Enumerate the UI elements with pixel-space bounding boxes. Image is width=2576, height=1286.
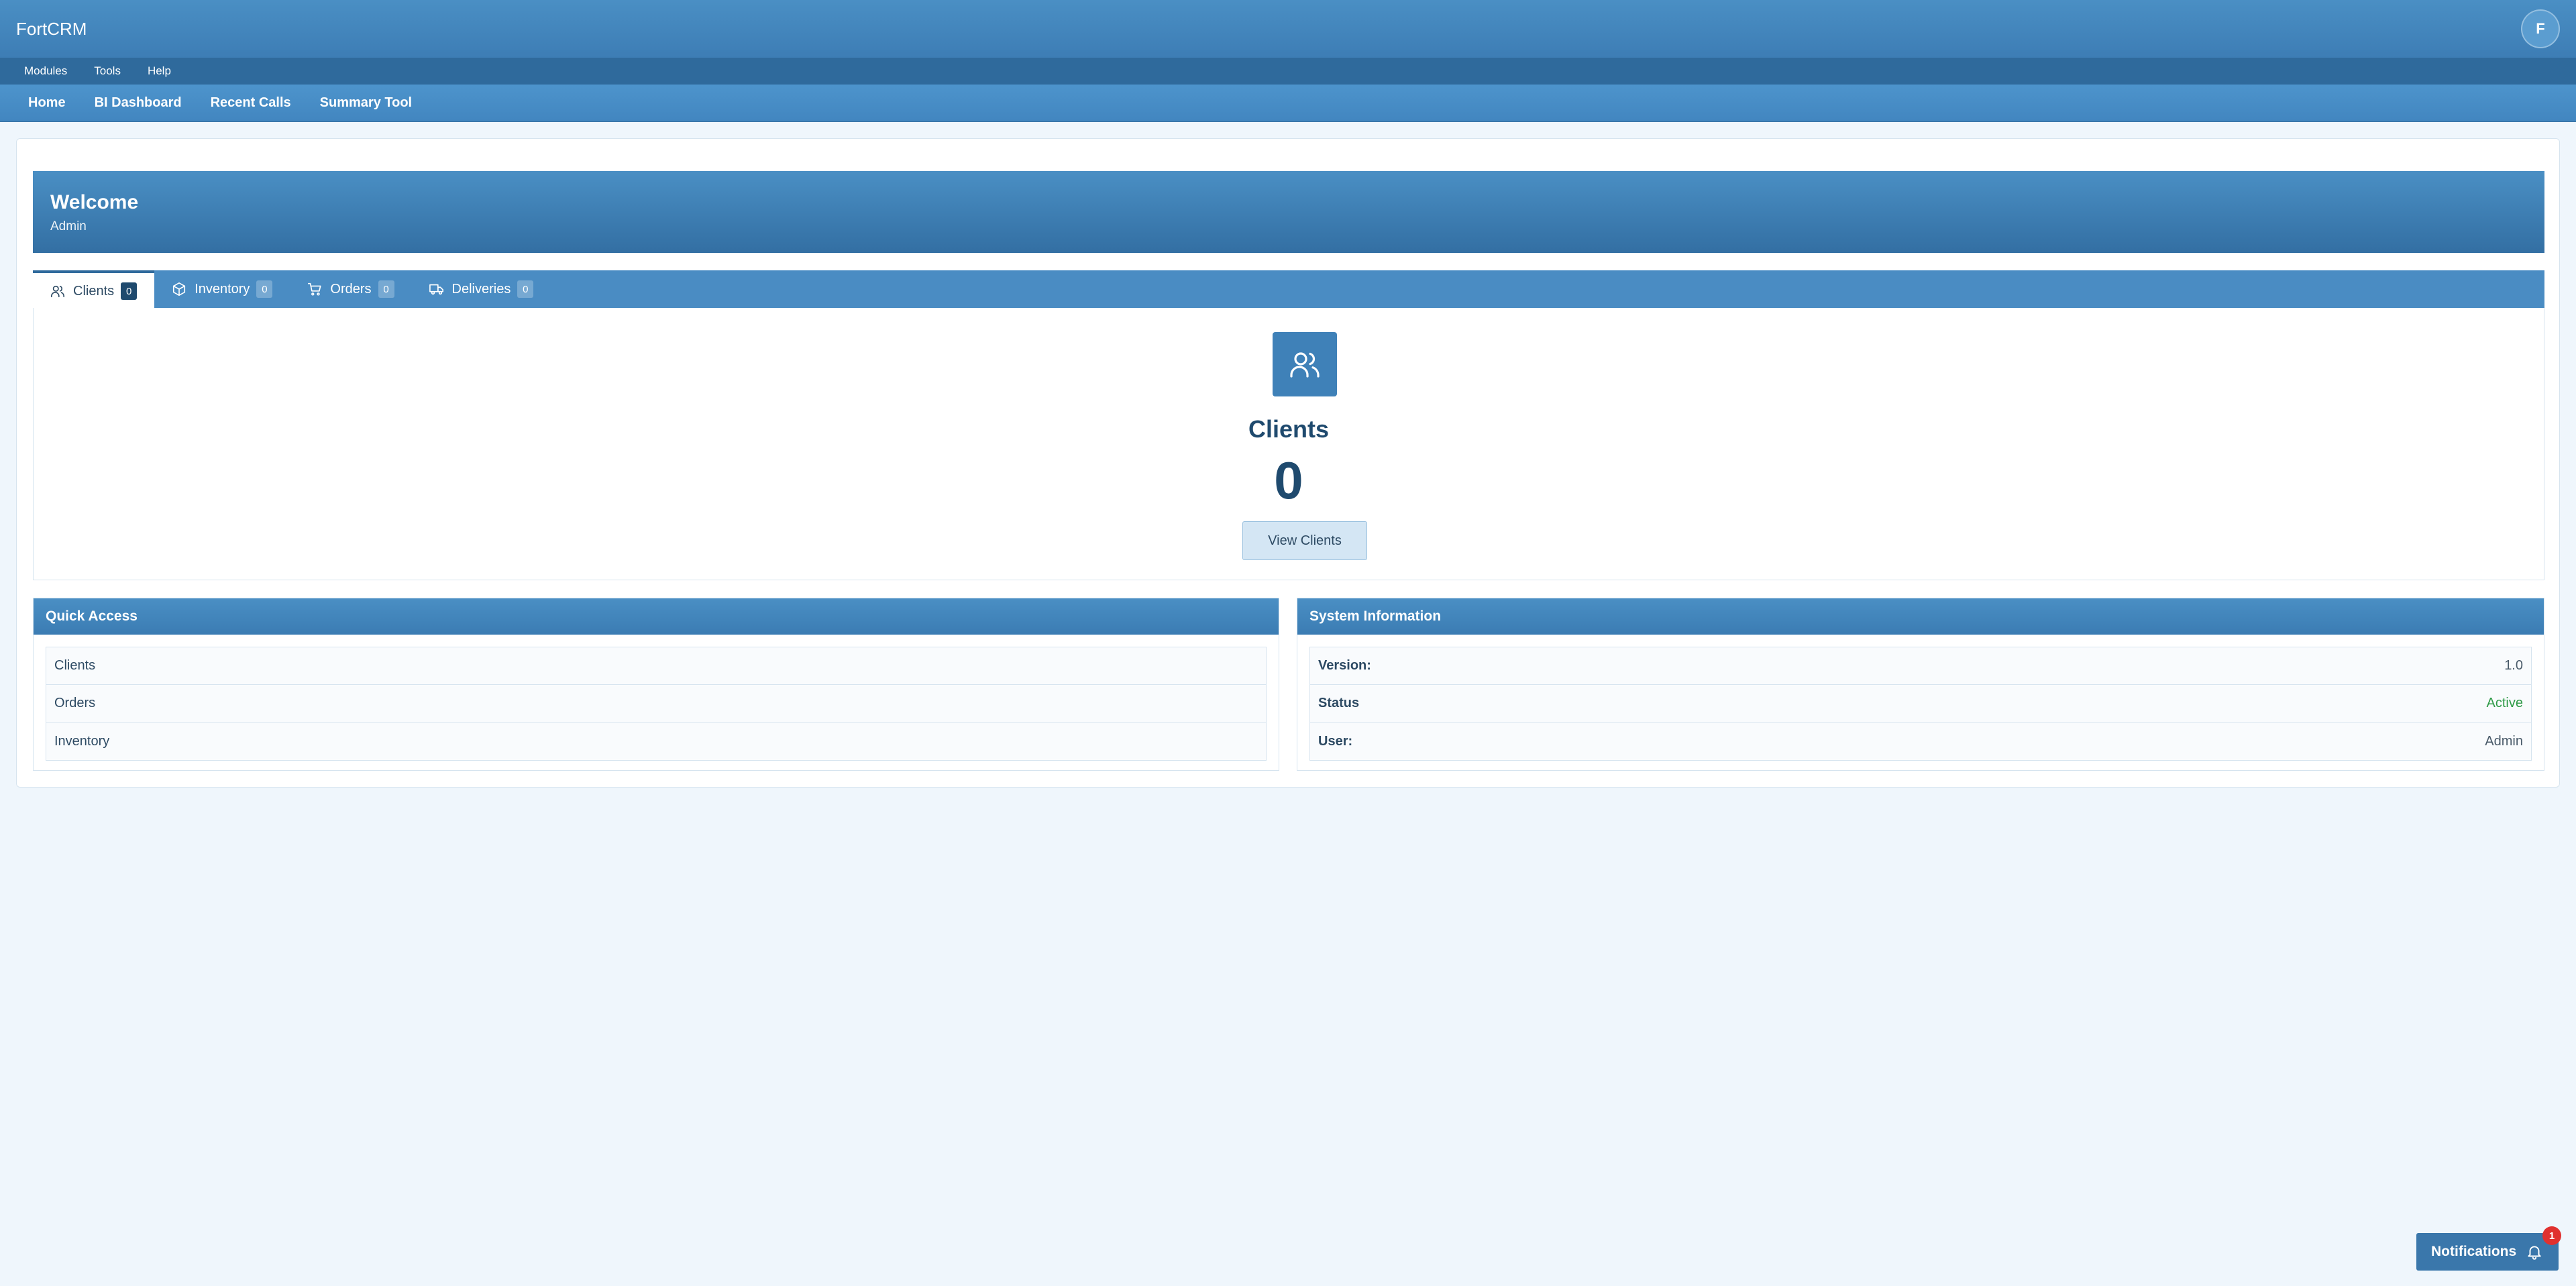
welcome-title: Welcome xyxy=(50,191,139,213)
list-item-label: Inventory xyxy=(54,733,110,749)
tab-deliveries[interactable]: Deliveries 0 xyxy=(412,270,551,308)
quick-access-list: Clients Orders Inventory xyxy=(46,647,1267,761)
info-label: Status xyxy=(1318,696,1360,710)
notification-count-badge: 1 xyxy=(2542,1226,2561,1245)
system-info-box: System Information Version: 1.0 Status A… xyxy=(1297,598,2544,771)
clients-panel-icon xyxy=(1273,332,1337,396)
system-info-row-status: Status Active xyxy=(1310,685,2531,722)
info-value: 1.0 xyxy=(2504,658,2523,673)
tab-count-badge: 0 xyxy=(256,280,273,298)
quick-access-title: Quick Access xyxy=(34,598,1279,635)
list-item-label: Orders xyxy=(54,696,96,710)
top-bar: FortCRM F xyxy=(0,0,2576,58)
clients-tab-panel: Clients 0 View Clients xyxy=(33,308,2544,580)
tab-inventory[interactable]: Inventory 0 xyxy=(154,270,290,308)
welcome-banner: Welcome Admin xyxy=(33,171,2544,253)
tab-count-badge: 0 xyxy=(517,280,534,298)
menu-tools[interactable]: Tools xyxy=(94,64,121,78)
quick-access-clients[interactable]: Clients xyxy=(46,647,1266,685)
nav-bi-dashboard[interactable]: BI Dashboard xyxy=(95,95,182,111)
quick-access-orders[interactable]: Orders xyxy=(46,685,1266,722)
truck-icon xyxy=(429,284,443,295)
panel-count: 0 xyxy=(1274,451,1303,510)
tab-label: Deliveries xyxy=(451,281,511,297)
tab-orders[interactable]: Orders 0 xyxy=(290,270,411,308)
system-info-row-version: Version: 1.0 xyxy=(1310,647,2531,685)
bell-icon xyxy=(2528,1246,2541,1260)
menu-modules[interactable]: Modules xyxy=(24,64,67,78)
panel-title: Clients xyxy=(1248,415,1330,443)
nav-summary-tool[interactable]: Summary Tool xyxy=(320,95,412,111)
nav-bar: Home BI Dashboard Recent Calls Summary T… xyxy=(0,85,2576,122)
users-icon xyxy=(51,285,64,298)
notifications-button[interactable]: Notifications 1 xyxy=(2416,1226,2561,1271)
system-info-row-user: User: Admin xyxy=(1310,722,2531,760)
tab-label: Clients xyxy=(73,283,115,299)
dashboard-card: Welcome Admin Clients 0 Inventory 0 Orde… xyxy=(16,138,2560,788)
quick-access-inventory[interactable]: Inventory xyxy=(46,722,1266,760)
menu-bar: Modules Tools Help xyxy=(0,58,2576,85)
nav-home[interactable]: Home xyxy=(28,95,66,111)
list-item-label: Clients xyxy=(54,658,96,673)
users-icon xyxy=(1290,352,1320,378)
status-value: Active xyxy=(2486,696,2523,710)
tab-count-badge: 0 xyxy=(121,282,138,300)
brand-logo[interactable]: FortCRM xyxy=(16,19,87,40)
cart-icon xyxy=(308,282,321,296)
welcome-subtitle: Admin xyxy=(50,219,87,233)
tab-label: Orders xyxy=(330,281,372,297)
quick-access-box: Quick Access Clients Orders Inventory xyxy=(33,598,1279,771)
tab-clients[interactable]: Clients 0 xyxy=(33,270,155,309)
nav-recent-calls[interactable]: Recent Calls xyxy=(211,95,291,111)
notifications-label: Notifications xyxy=(2431,1244,2517,1259)
menu-help[interactable]: Help xyxy=(148,64,171,78)
tab-bar: Clients 0 Inventory 0 Orders 0 Deliverie… xyxy=(33,270,2544,309)
view-clients-button[interactable]: View Clients xyxy=(1242,521,1367,560)
system-info-list: Version: 1.0 Status Active User: Admin xyxy=(1309,647,2532,761)
user-avatar[interactable]: F xyxy=(2521,9,2560,48)
info-label: Version: xyxy=(1318,658,1371,673)
system-info-title: System Information xyxy=(1297,598,2544,635)
info-value: Admin xyxy=(2485,733,2523,749)
tab-count-badge: 0 xyxy=(378,280,394,298)
info-label: User: xyxy=(1318,733,1353,749)
tab-label: Inventory xyxy=(195,281,250,297)
box-icon xyxy=(173,282,186,296)
